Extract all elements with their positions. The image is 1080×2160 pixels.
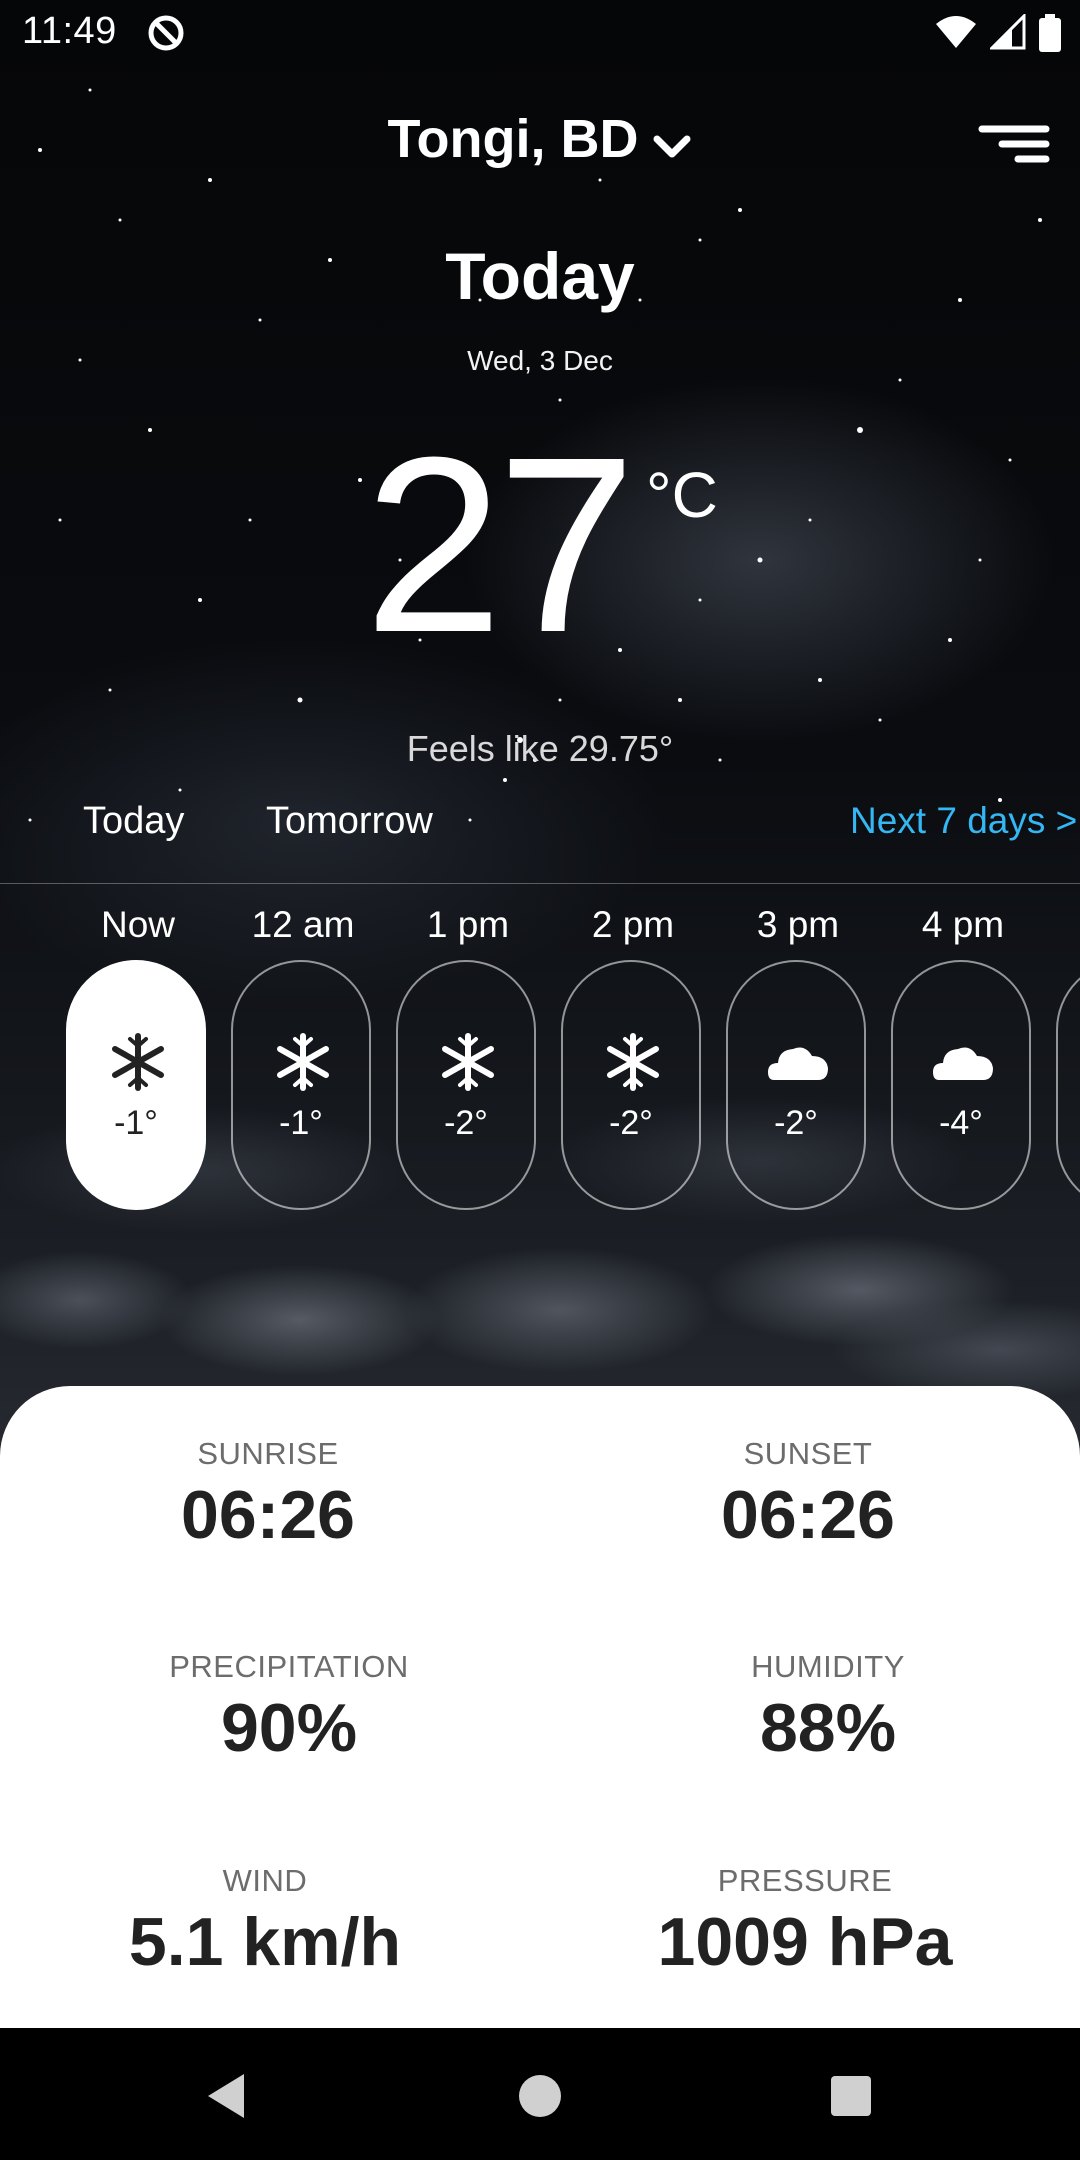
page-title: Today bbox=[445, 239, 635, 313]
temperature-unit: °C bbox=[646, 459, 718, 531]
menu-icon[interactable] bbox=[978, 124, 1050, 164]
divider bbox=[0, 883, 1080, 884]
sunset-metric: SUNSET 06:26 bbox=[598, 1436, 1018, 1554]
hour-card[interactable]: -2° bbox=[726, 960, 866, 1210]
current-temperature: 27 bbox=[364, 405, 636, 684]
location-selector[interactable]: Tongi, BD bbox=[0, 108, 1080, 174]
sunrise-value: 06:26 bbox=[181, 1477, 355, 1553]
sunrise-label: SUNRISE bbox=[197, 1436, 339, 1471]
feels-like: Feels like 29.75° bbox=[406, 728, 674, 769]
hour-temp: -2° bbox=[444, 1104, 488, 1142]
sunrise-metric: SUNRISE 06:26 bbox=[58, 1436, 478, 1554]
details-panel: SUNRISE 06:26 SUNSET 06:26 PRECIPITATION… bbox=[0, 1386, 1080, 2028]
humidity-label: HUMIDITY bbox=[751, 1649, 905, 1684]
current-date: Wed, 3 Dec bbox=[467, 345, 613, 376]
pressure-metric: PRESSURE 1009 hPa bbox=[595, 1863, 1015, 1981]
tab-tomorrow[interactable]: Tomorrow bbox=[266, 800, 433, 843]
home-icon[interactable] bbox=[518, 2072, 562, 2120]
battery-icon bbox=[1039, 14, 1061, 52]
humidity-value: 88% bbox=[759, 1690, 897, 1766]
hour-temp: -2° bbox=[609, 1104, 653, 1142]
hour-temp: -2° bbox=[774, 1104, 818, 1142]
sunset-label: SUNSET bbox=[743, 1436, 873, 1471]
hour-time: 4 pm bbox=[921, 904, 1005, 945]
sunset-value: 06:26 bbox=[721, 1477, 895, 1553]
hour-card[interactable] bbox=[1056, 960, 1080, 1210]
hour-card[interactable]: -1° bbox=[66, 960, 206, 1210]
hour-temp: -4° bbox=[939, 1104, 983, 1142]
humidity-metric: HUMIDITY 88% bbox=[618, 1649, 1038, 1767]
tab-today[interactable]: Today bbox=[83, 800, 184, 843]
hour-time: 12 am bbox=[251, 904, 355, 945]
hour-temp: -1° bbox=[114, 1104, 158, 1142]
cloud-icon bbox=[768, 1047, 828, 1080]
back-icon[interactable] bbox=[204, 2072, 248, 2120]
hour-card[interactable]: -4° bbox=[891, 960, 1031, 1210]
status-icons bbox=[927, 14, 1062, 52]
pressure-value: 1009 hPa bbox=[657, 1904, 953, 1980]
precipitation-label: PRECIPITATION bbox=[169, 1649, 409, 1684]
hour-card[interactable]: -2° bbox=[396, 960, 536, 1210]
precipitation-metric: PRECIPITATION 90% bbox=[79, 1649, 499, 1767]
wind-value: 5.1 km/h bbox=[128, 1904, 402, 1980]
app-status-icon bbox=[146, 13, 186, 58]
hour-card[interactable]: -1° bbox=[231, 960, 371, 1210]
wind-label: WIND bbox=[222, 1863, 308, 1898]
navigation-bar bbox=[0, 2028, 1080, 2160]
snowflake-icon bbox=[277, 1033, 329, 1091]
weather-screen: 11:49 Tongi, BD Today Wed, 3 Dec 27 °C F… bbox=[0, 0, 1080, 2160]
recents-icon[interactable] bbox=[829, 2072, 873, 2120]
status-time: 11:49 bbox=[22, 10, 117, 52]
precipitation-value: 90% bbox=[220, 1690, 358, 1766]
cloud-icon bbox=[933, 1047, 993, 1080]
hourly-forecast[interactable]: Now -1° 12 am -1° 1 pm -2° 2 pm -2° 3 pm… bbox=[0, 900, 1080, 1220]
hour-time: 2 pm bbox=[591, 904, 675, 945]
hour-time: 1 pm bbox=[426, 904, 510, 945]
snowflake-icon bbox=[112, 1033, 164, 1091]
hour-time: Now bbox=[100, 904, 176, 945]
wind-metric: WIND 5.1 km/h bbox=[55, 1863, 475, 1981]
chevron-down-icon bbox=[652, 112, 692, 174]
pressure-label: PRESSURE bbox=[717, 1863, 893, 1898]
snowflake-icon bbox=[442, 1033, 494, 1091]
signal-icon bbox=[989, 14, 1026, 50]
hour-card[interactable]: -2° bbox=[561, 960, 701, 1210]
wifi-icon bbox=[936, 16, 977, 48]
next-7-days-link[interactable]: Next 7 days > bbox=[850, 800, 1077, 842]
snowflake-icon bbox=[607, 1033, 659, 1091]
hour-time: 3 pm bbox=[756, 904, 840, 945]
location-name: Tongi, BD bbox=[387, 109, 639, 169]
hour-temp: -1° bbox=[279, 1104, 323, 1142]
status-bar: 11:49 bbox=[0, 0, 1080, 66]
